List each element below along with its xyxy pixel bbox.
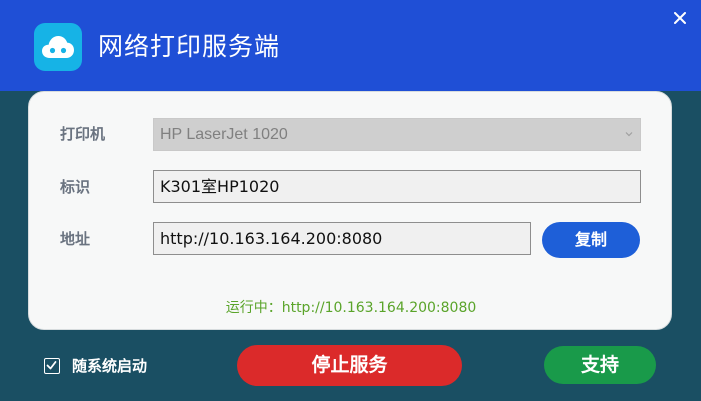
autostart-checkbox[interactable]: 随系统启动	[44, 356, 147, 376]
name-label: 标识	[60, 178, 91, 196]
printer-label: 打印机	[60, 125, 106, 143]
copy-button[interactable]: 复制	[542, 222, 640, 258]
cloud-icon	[42, 36, 74, 58]
stop-service-button[interactable]: 停止服务	[237, 345, 462, 386]
address-label: 地址	[60, 230, 91, 248]
name-input[interactable]: K301室HP1020	[153, 170, 641, 203]
checkbox-box[interactable]	[44, 358, 60, 374]
status-text: 运行中：http://10.163.164.200:8080	[225, 300, 477, 316]
app-logo	[34, 23, 82, 71]
app-window: 网络打印服务端 打印机 HP LaserJet 1020 标识 K301室HP1…	[0, 0, 701, 401]
chevron-down-icon	[625, 132, 633, 137]
printer-select-value: HP LaserJet 1020	[160, 126, 288, 143]
app-title: 网络打印服务端	[98, 32, 281, 61]
address-input[interactable]: http://10.163.164.200:8080	[153, 222, 531, 255]
printer-select[interactable]: HP LaserJet 1020	[153, 118, 641, 151]
title-bar: 网络打印服务端	[0, 0, 701, 91]
settings-card: 打印机 HP LaserJet 1020 标识 K301室HP1020 地址 h…	[28, 91, 672, 330]
check-icon	[46, 361, 57, 370]
autostart-label: 随系统启动	[72, 357, 148, 375]
support-button[interactable]: 支持	[544, 346, 656, 384]
close-button[interactable]	[668, 6, 692, 30]
close-icon	[674, 12, 686, 24]
